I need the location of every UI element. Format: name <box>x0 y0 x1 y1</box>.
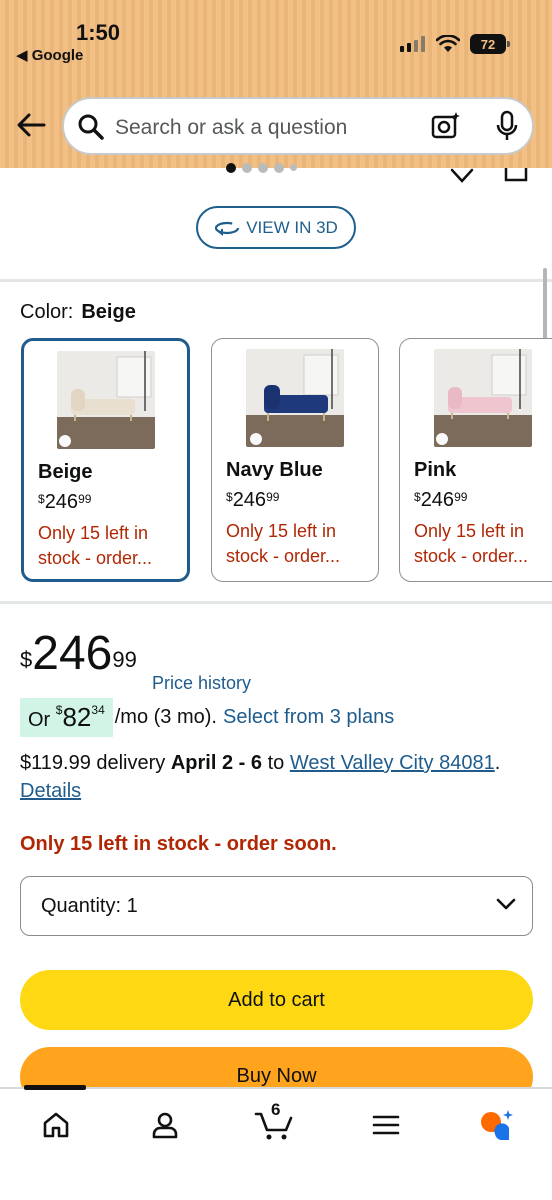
carousel-dot[interactable] <box>242 163 252 173</box>
quantity-value: 1 <box>126 894 138 917</box>
swatch-price: $24699 <box>226 489 279 512</box>
delivery-info: $119.99 delivery April 2 - 6 to West Val… <box>20 749 540 805</box>
quantity-label: Quantity: <box>41 894 122 917</box>
price-fraction: 99 <box>454 490 468 505</box>
carousel-dot[interactable] <box>290 164 297 171</box>
swatch-stock: Only 15 left in stock - order... <box>38 523 153 568</box>
rufus-assistant-icon <box>481 1110 513 1141</box>
chaise-image-navy <box>246 349 344 447</box>
plan-currency: $ <box>55 703 63 718</box>
delivery-dates: April 2 - 6 <box>170 752 262 774</box>
color-selected-value: Beige <box>81 301 136 323</box>
swatch-price: $24699 <box>414 489 467 512</box>
price-history-link[interactable]: Price history <box>152 673 251 694</box>
delivery-details-link[interactable]: Details <box>20 780 81 802</box>
cart-count-badge: 6 <box>271 1100 281 1119</box>
status-icons: 72 <box>400 34 510 54</box>
color-label: Color: <box>20 301 74 323</box>
back-to-app-link[interactable]: ◀ Google <box>16 46 83 64</box>
nav-menu[interactable] <box>366 1105 406 1145</box>
view-in-3d-button[interactable]: VIEW IN 3D <box>196 206 356 249</box>
color-swatch-pink[interactable]: Pink $24699 Only 15 left in stock - orde… <box>399 338 552 582</box>
swatch-stock: Only 15 left in stock - order... <box>226 521 341 566</box>
swatch-name: Beige <box>38 461 93 483</box>
swatch-name: Pink <box>414 459 457 481</box>
microphone-icon[interactable] <box>495 110 519 142</box>
search-bar[interactable]: Search or ask a question <box>62 97 534 155</box>
divider <box>0 601 552 604</box>
add-to-cart-button[interactable]: Add to cart <box>20 970 533 1030</box>
product-thumbnail <box>57 351 155 449</box>
product-thumbnail <box>434 349 532 447</box>
price-whole: 246 <box>44 491 79 513</box>
product-thumbnail <box>246 349 344 447</box>
carousel-dot[interactable] <box>258 163 268 173</box>
delivery-cost: $119.99 delivery <box>20 752 166 774</box>
divider <box>0 279 552 282</box>
search-icon <box>78 114 104 140</box>
signal-icon <box>400 36 425 52</box>
3d-rotate-icon <box>215 221 240 236</box>
chaise-image-beige <box>57 351 155 449</box>
price-fraction: 99 <box>78 492 92 507</box>
nav-home[interactable] <box>36 1105 76 1145</box>
plan-prefix: Or <box>28 709 56 731</box>
share-icon[interactable] <box>504 166 528 182</box>
nav-account[interactable] <box>145 1105 185 1145</box>
image-carousel-dots[interactable] <box>226 163 297 173</box>
monthly-price-badge: Or $8234 <box>20 698 113 737</box>
swatch-name: Navy Blue <box>226 459 323 481</box>
status-time: 1:50 <box>76 20 121 45</box>
battery-level: 72 <box>480 36 496 52</box>
home-icon <box>43 1112 69 1138</box>
nav-rufus[interactable] <box>476 1105 516 1145</box>
view-in-3d-label: VIEW IN 3D <box>246 217 338 237</box>
menu-icon <box>372 1115 400 1135</box>
battery-icon: 72 <box>470 34 510 54</box>
search-input[interactable]: Search or ask a question <box>115 116 347 140</box>
stock-notice: Only 15 left in stock - order soon. <box>20 833 337 855</box>
price-whole: 246 <box>232 489 267 511</box>
main-price-currency: $ <box>20 647 33 672</box>
delivery-to: to <box>267 752 285 774</box>
swatch-stock: Only 15 left in stock - order... <box>414 521 529 566</box>
carousel-dot[interactable] <box>226 163 236 173</box>
wifi-icon <box>436 35 460 52</box>
main-price-whole: 246 <box>32 627 113 680</box>
active-tab-indicator <box>24 1085 86 1090</box>
person-icon <box>152 1112 178 1139</box>
color-swatch-navy-blue[interactable]: Navy Blue $24699 Only 15 left in stock -… <box>211 338 379 582</box>
carousel-dot[interactable] <box>274 163 284 173</box>
main-price: $24699 <box>20 626 137 682</box>
chevron-down-icon <box>496 898 516 910</box>
delivery-period: . <box>494 752 501 774</box>
price-whole: 246 <box>420 489 455 511</box>
payment-plan-row: Or $8234 /mo (3 mo). Select from 3 plans <box>20 698 394 737</box>
main-price-fraction: 99 <box>112 647 137 672</box>
delivery-location-link[interactable]: West Valley City 84081 <box>290 752 495 774</box>
camera-search-icon[interactable] <box>430 110 462 142</box>
back-arrow-icon[interactable] <box>14 108 48 142</box>
favorite-icon[interactable] <box>450 168 474 184</box>
color-label-row: Color: Beige <box>20 301 136 324</box>
plan-fraction: 34 <box>91 703 105 718</box>
price-currency: $ <box>414 490 421 505</box>
swatch-price: $24699 <box>38 491 91 514</box>
quantity-select[interactable]: Quantity: 1 <box>20 876 533 936</box>
plan-whole: 82 <box>62 702 92 732</box>
price-currency: $ <box>38 492 45 507</box>
price-fraction: 99 <box>266 490 280 505</box>
chaise-image-pink <box>434 349 532 447</box>
color-swatch-beige[interactable]: Beige $24699 Only 15 left in stock - ord… <box>21 338 190 582</box>
price-currency: $ <box>226 490 233 505</box>
header: 1:50 ◀ Google 72 Search or ask a questio… <box>0 0 552 168</box>
plan-suffix: /mo (3 mo). <box>114 706 217 728</box>
select-plans-link[interactable]: Select from 3 plans <box>223 706 394 729</box>
